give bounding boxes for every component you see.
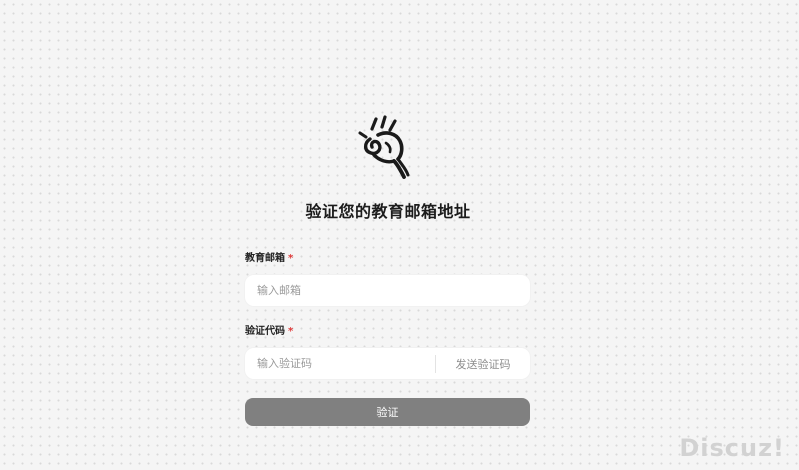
watermark: Discuz!: [679, 434, 785, 462]
code-label-text: 验证代码: [245, 326, 285, 337]
email-label-text: 教育邮箱: [245, 253, 285, 264]
send-code-button[interactable]: 发送验证码: [436, 356, 530, 372]
required-mark: *: [288, 326, 294, 337]
email-input[interactable]: [245, 275, 530, 306]
required-mark: *: [288, 253, 294, 264]
code-field-group: 验证代码* 发送验证码: [245, 325, 530, 379]
email-field-group: 教育邮箱 *: [245, 252, 530, 306]
email-label: 教育邮箱 *: [245, 252, 530, 266]
page-title: 验证您的教育邮箱地址: [305, 202, 471, 221]
email-input-box: [245, 275, 530, 306]
code-label: 验证代码 *: [245, 325, 530, 339]
code-input-box: 发送验证码: [245, 348, 530, 379]
scribble-hand-logo-icon: [358, 115, 410, 179]
verify-button[interactable]: 验证: [245, 398, 530, 426]
verification-form: 教育邮箱* 验证代码* 发送验证码 验证: [245, 252, 530, 426]
verification-code-input[interactable]: [245, 348, 435, 379]
verification-page: 验证您的教育邮箱地址 教育邮箱* 验证代码* 发送验证码 验证 Discuz!: [0, 0, 799, 470]
logo: [358, 115, 414, 181]
